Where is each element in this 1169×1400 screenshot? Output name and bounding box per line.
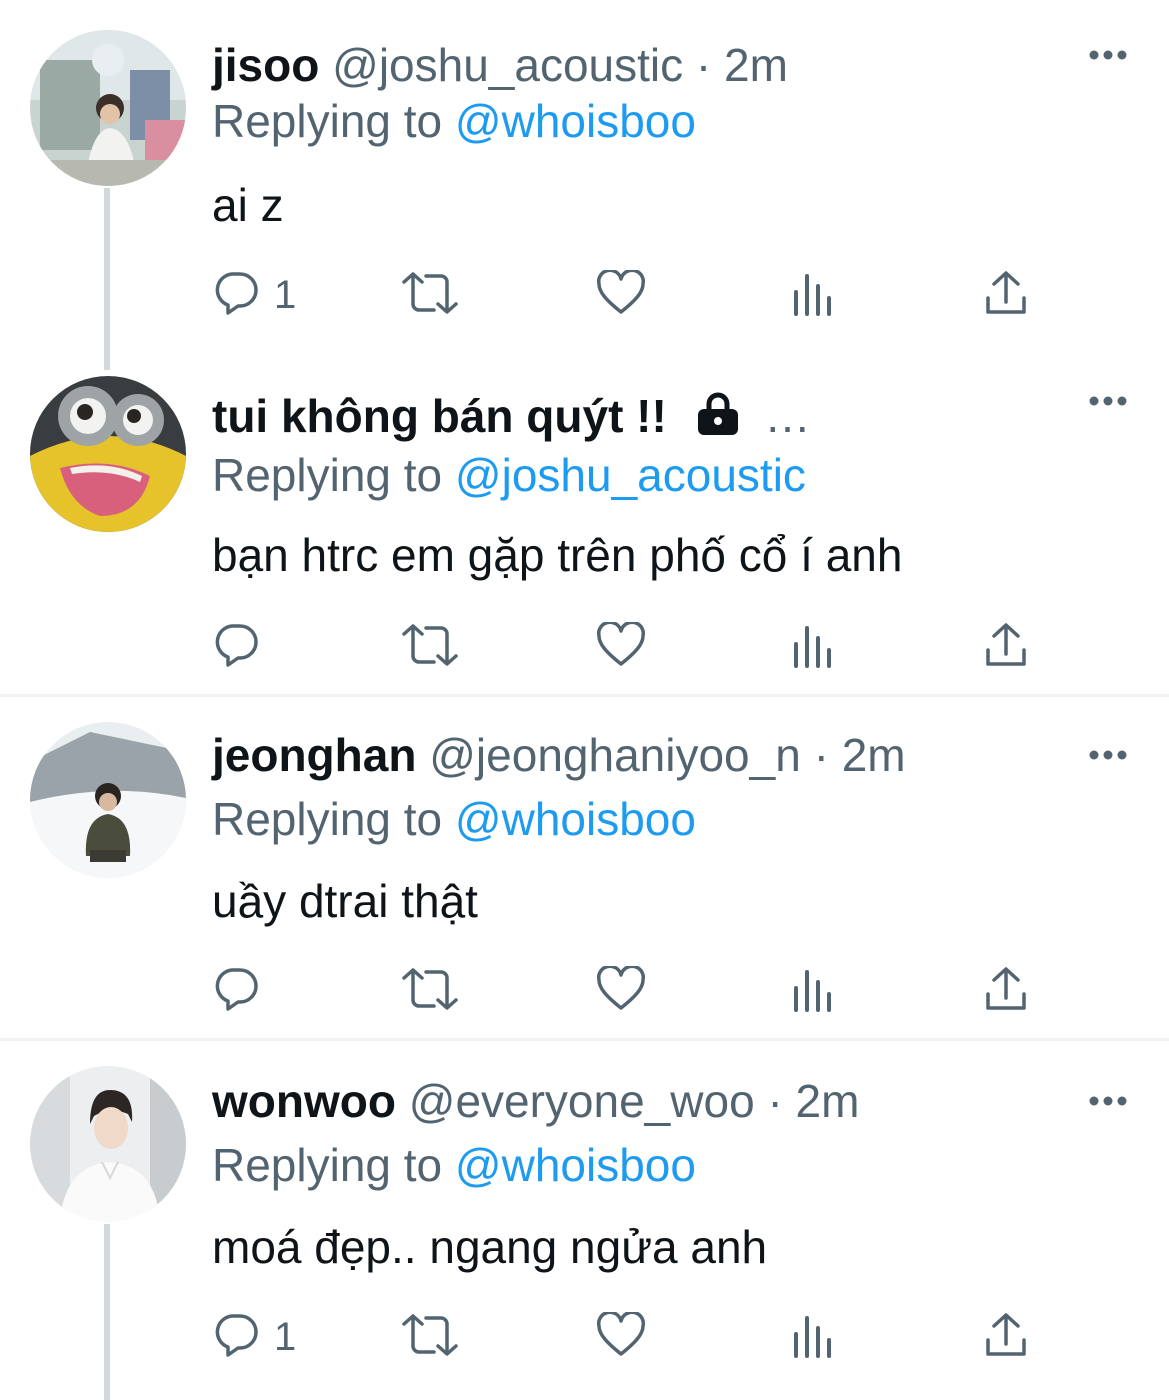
name-truncation: ... (766, 390, 811, 442)
like-button[interactable] (596, 268, 646, 321)
like-icon (596, 268, 646, 321)
avatar[interactable] (30, 1066, 186, 1222)
lock-icon (694, 392, 742, 443)
retweet-button[interactable] (400, 270, 460, 321)
share-button[interactable] (984, 966, 1028, 1017)
divider (0, 694, 1169, 697)
views-icon (792, 966, 836, 1017)
reply-button[interactable] (212, 966, 274, 1017)
avatar[interactable] (30, 376, 186, 532)
user-handle[interactable]: @jeonghaniyoo_n (429, 729, 801, 781)
replying-label: Replying to (212, 95, 443, 147)
tweet-header: tui không bán quýt !! ... (212, 392, 811, 443)
reply-count: 1 (274, 1314, 297, 1359)
views-icon (792, 270, 836, 321)
action-bar (212, 964, 1052, 1018)
separator: · (813, 729, 829, 781)
display-name[interactable]: jisoo (212, 39, 319, 91)
reply-button[interactable]: 1 (212, 270, 297, 321)
action-bar (212, 620, 1052, 674)
retweet-button[interactable] (400, 966, 460, 1017)
avatar[interactable] (30, 30, 186, 186)
retweet-icon (400, 270, 460, 321)
more-icon[interactable] (1088, 1094, 1128, 1112)
user-handle[interactable]: @joshu_acoustic (332, 39, 683, 91)
tweet[interactable]: jisoo @joshu_acoustic · 2m Replying to @… (0, 30, 1169, 350)
reply-button[interactable] (212, 622, 274, 673)
mention-link[interactable]: @whoisboo (455, 95, 696, 147)
action-bar: 1 (212, 268, 1052, 322)
retweet-button[interactable] (400, 622, 460, 673)
reply-icon (212, 1312, 260, 1363)
timestamp[interactable]: 2m (724, 39, 788, 91)
share-icon (984, 1312, 1028, 1363)
reply-icon (212, 622, 260, 673)
divider (0, 1038, 1169, 1041)
tweet-text: bạn htrc em gặp trên phố cổ í anh (212, 529, 903, 581)
more-icon[interactable] (1088, 748, 1128, 766)
reply-count: 1 (274, 272, 297, 317)
reply-icon (212, 270, 260, 321)
user-handle[interactable]: @everyone_woo (409, 1075, 755, 1127)
action-bar: 1 (212, 1310, 1052, 1364)
reply-icon (212, 966, 260, 1017)
replying-to: Replying to @whoisboo (212, 792, 696, 846)
tweet-header: wonwoo @everyone_woo · 2m (212, 1078, 859, 1124)
like-button[interactable] (596, 1310, 646, 1363)
tweet-text: ai z (212, 179, 284, 231)
share-button[interactable] (984, 1312, 1028, 1363)
replying-to: Replying to @whoisboo (212, 1138, 696, 1192)
display-name[interactable]: wonwoo (212, 1075, 396, 1127)
like-button[interactable] (596, 620, 646, 673)
share-button[interactable] (984, 270, 1028, 321)
reply-button[interactable]: 1 (212, 1312, 297, 1363)
share-icon (984, 270, 1028, 321)
like-icon (596, 1310, 646, 1363)
timestamp[interactable]: 2m (842, 729, 906, 781)
tweet[interactable]: jeonghan @jeonghaniyoo_n · 2m Replying t… (0, 722, 1169, 1022)
like-button[interactable] (596, 964, 646, 1017)
tweet-header: jisoo @joshu_acoustic · 2m (212, 42, 788, 88)
replying-to: Replying to @joshu_acoustic (212, 448, 806, 502)
tweet-header: jeonghan @jeonghaniyoo_n · 2m (212, 732, 906, 778)
views-button[interactable] (792, 624, 836, 670)
tweet-text: moá đẹp.. ngang ngửa anh (212, 1221, 768, 1273)
views-button[interactable] (792, 968, 836, 1014)
retweet-icon (400, 966, 460, 1017)
mention-link[interactable]: @whoisboo (455, 793, 696, 845)
more-icon[interactable] (1088, 48, 1128, 66)
tweet-text: uầy dtrai thật (212, 875, 478, 927)
views-button[interactable] (792, 1314, 836, 1360)
share-icon (984, 622, 1028, 673)
share-icon (984, 966, 1028, 1017)
retweet-icon (400, 622, 460, 673)
display-name[interactable]: jeonghan (212, 729, 416, 781)
separator: · (695, 39, 712, 91)
avatar[interactable] (30, 722, 186, 878)
timestamp[interactable]: 2m (796, 1075, 860, 1127)
more-icon[interactable] (1088, 394, 1128, 412)
separator: · (767, 1075, 783, 1127)
views-icon (792, 1312, 836, 1363)
replying-to: Replying to @whoisboo (212, 94, 696, 148)
like-icon (596, 964, 646, 1017)
mention-link[interactable]: @joshu_acoustic (455, 449, 806, 501)
replying-label: Replying to (212, 1139, 443, 1191)
tweet[interactable]: wonwoo @everyone_woo · 2m Replying to @w… (0, 1066, 1169, 1386)
views-button[interactable] (792, 272, 836, 318)
display-name[interactable]: tui không bán quýt !! (212, 390, 667, 442)
retweet-icon (400, 1312, 460, 1363)
views-icon (792, 622, 836, 673)
mention-link[interactable]: @whoisboo (455, 1139, 696, 1191)
replying-label: Replying to (212, 793, 443, 845)
replying-label: Replying to (212, 449, 443, 501)
retweet-button[interactable] (400, 1312, 460, 1363)
like-icon (596, 620, 646, 673)
share-button[interactable] (984, 622, 1028, 673)
tweet[interactable]: tui không bán quýt !! ... Replying to @j… (0, 376, 1169, 676)
